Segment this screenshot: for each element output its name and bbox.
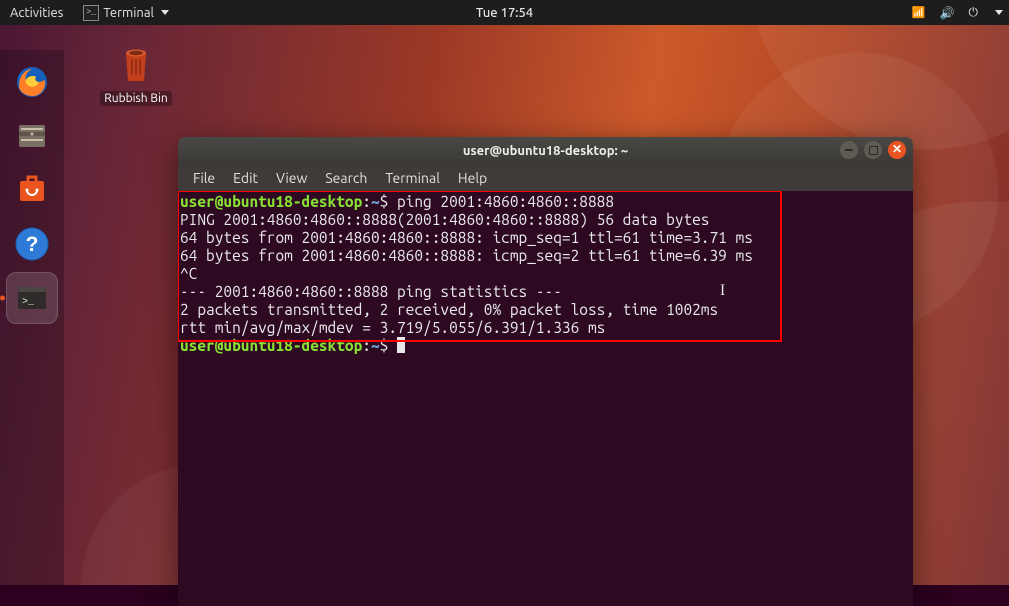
desktop-rubbish-bin[interactable]: Rubbish Bin: [88, 39, 184, 106]
power-icon: ⏻: [969, 6, 979, 20]
network-icon: 📶: [912, 6, 926, 19]
files-icon: [12, 116, 52, 156]
svg-text:>_: >_: [22, 297, 35, 308]
app-menu-button[interactable]: >_ Terminal: [73, 0, 179, 25]
dock-terminal[interactable]: >_: [6, 272, 58, 324]
terminal-icon: >_: [83, 5, 99, 21]
svg-text:?: ?: [26, 233, 39, 256]
text-cursor-icon: I: [720, 282, 725, 300]
status-area[interactable]: 📶 🔊 ⏻: [912, 6, 1009, 20]
terminal-output: user@ubuntu18-desktop:~$ ping 2001:4860:…: [180, 193, 911, 355]
window-maximize-button[interactable]: [864, 141, 882, 159]
terminal-body[interactable]: I user@ubuntu18-desktop:~$ ping 2001:486…: [178, 191, 913, 606]
software-center-icon: [12, 170, 52, 210]
dock-files[interactable]: [6, 110, 58, 162]
help-icon: ?: [12, 224, 52, 264]
menubar: File Edit View Search Terminal Help: [178, 165, 913, 191]
activities-button[interactable]: Activities: [0, 0, 73, 25]
dock-firefox[interactable]: [6, 56, 58, 108]
running-indicator-icon: [0, 296, 5, 301]
menu-file[interactable]: File: [184, 170, 224, 186]
maximize-icon: [869, 146, 878, 155]
firefox-icon: [12, 62, 52, 102]
menu-help[interactable]: Help: [449, 170, 496, 186]
close-icon: ✕: [892, 144, 902, 156]
volume-icon: 🔊: [940, 6, 955, 20]
terminal-icon: >_: [12, 278, 52, 318]
window-minimize-button[interactable]: [840, 141, 858, 159]
desktop: ? >_ Rubbish Bin user@ubuntu18-deskto: [0, 25, 1009, 585]
app-menu-label: Terminal: [103, 6, 154, 20]
dock: ? >_: [0, 50, 64, 585]
top-panel: Activities >_ Terminal Tue 17:54 📶 🔊 ⏻: [0, 0, 1009, 25]
window-titlebar[interactable]: user@ubuntu18-desktop: ~ ✕: [178, 137, 913, 165]
clock[interactable]: Tue 17:54: [476, 6, 533, 20]
dock-software[interactable]: [6, 164, 58, 216]
chevron-down-icon: [995, 10, 1003, 15]
minimize-icon: [845, 149, 853, 151]
dock-help[interactable]: ?: [6, 218, 58, 270]
menu-edit[interactable]: Edit: [224, 170, 267, 186]
menu-search[interactable]: Search: [316, 170, 376, 186]
window-close-button[interactable]: ✕: [888, 141, 906, 159]
menu-view[interactable]: View: [267, 170, 316, 186]
desktop-icon-label: Rubbish Bin: [100, 91, 171, 106]
window-title: user@ubuntu18-desktop: ~: [463, 144, 628, 158]
terminal-window: user@ubuntu18-desktop: ~ ✕ File Edit Vie…: [178, 137, 913, 606]
chevron-down-icon: [161, 10, 169, 15]
activities-label: Activities: [10, 6, 63, 20]
menu-terminal[interactable]: Terminal: [376, 170, 449, 186]
trash-icon: [112, 39, 160, 87]
